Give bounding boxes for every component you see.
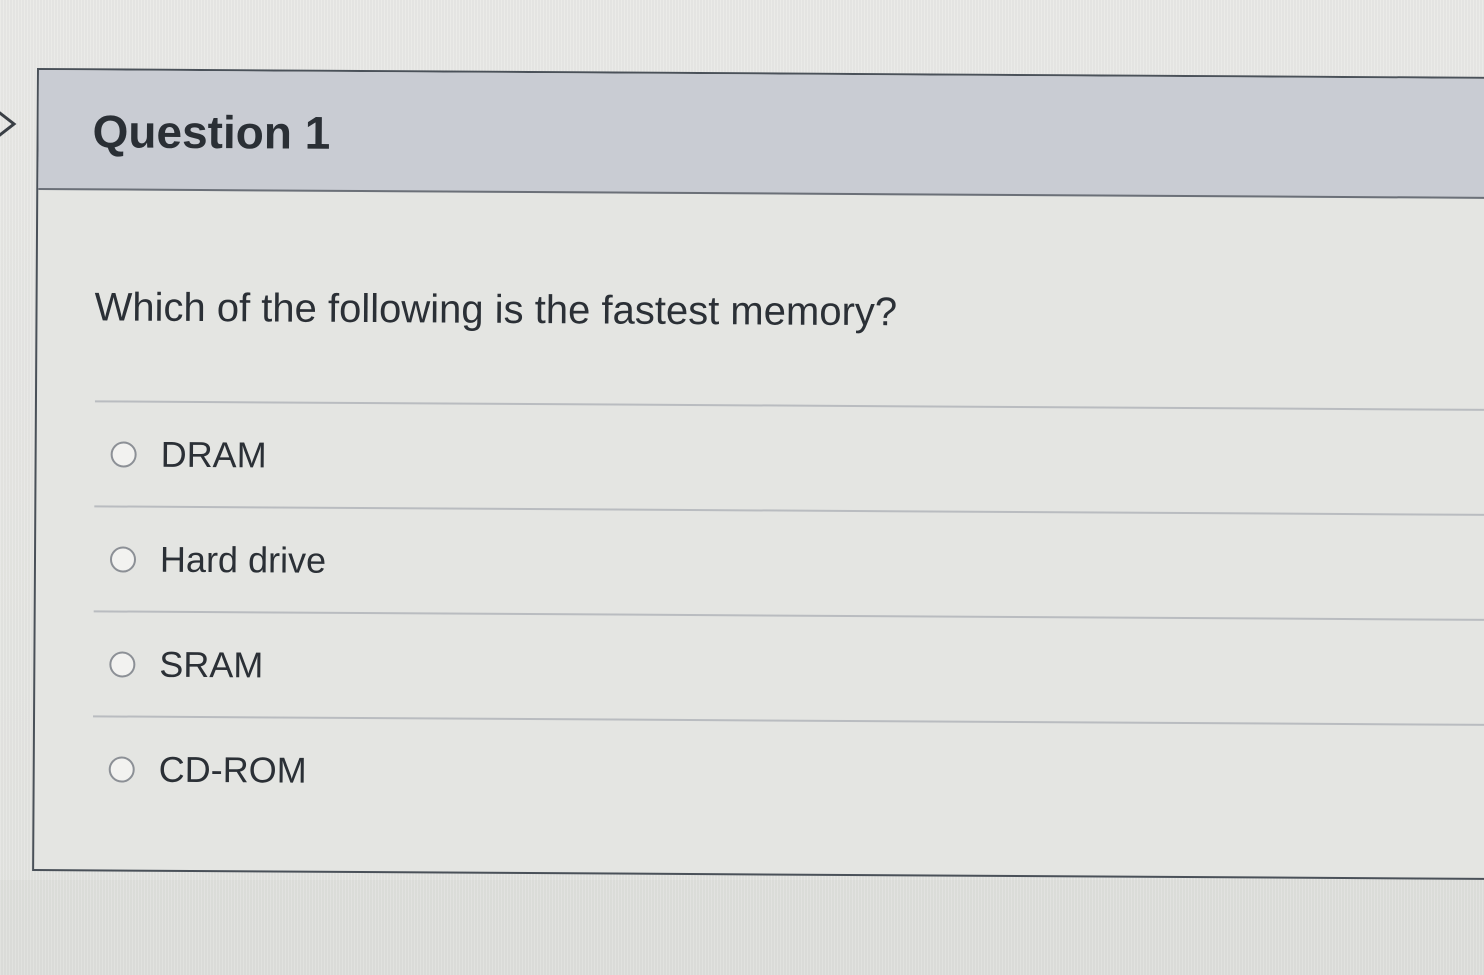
answer-label-dram[interactable]: DRAM xyxy=(161,433,267,476)
answer-option-sram[interactable]: SRAM xyxy=(93,612,1484,724)
question-header: Question 1 xyxy=(38,70,1484,199)
answer-label-hard-drive[interactable]: Hard drive xyxy=(160,538,326,581)
answer-label-cd-rom[interactable]: CD-ROM xyxy=(159,748,307,791)
chevron-right-icon[interactable] xyxy=(0,104,20,144)
radio-button-hard-drive[interactable] xyxy=(109,545,137,573)
radio-button-dram[interactable] xyxy=(110,440,137,468)
question-title: Question 1 xyxy=(92,105,331,159)
answer-label-sram[interactable]: SRAM xyxy=(159,643,263,686)
answer-list: DRAM Hard drive SRAM CD-ROM xyxy=(92,400,1484,829)
radio-button-sram[interactable] xyxy=(109,650,136,678)
answer-option-dram[interactable]: DRAM xyxy=(94,402,1484,514)
answer-option-hard-drive[interactable]: Hard drive xyxy=(94,507,1484,619)
page-footer-area xyxy=(0,880,1484,975)
question-prompt: Which of the following is the fastest me… xyxy=(94,285,898,335)
question-card: Question 1 Which of the following is the… xyxy=(32,68,1484,880)
radio-button-cd-rom[interactable] xyxy=(108,755,135,783)
answer-option-cd-rom[interactable]: CD-ROM xyxy=(92,717,1484,829)
